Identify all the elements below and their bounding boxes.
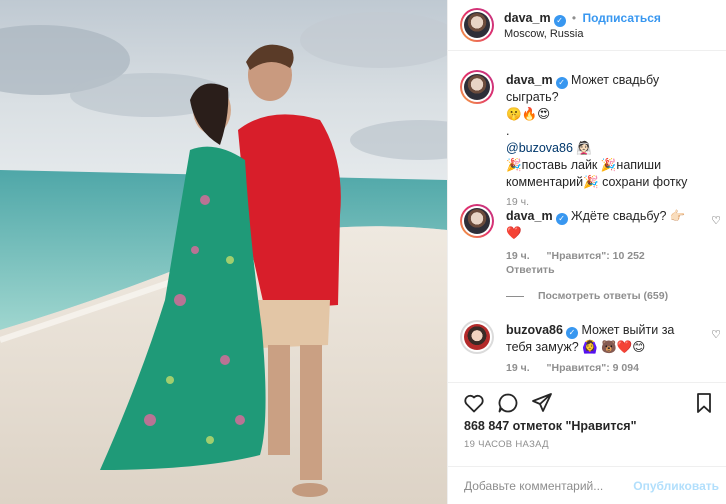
comment-text: Может выйти за <box>581 323 675 337</box>
comment-text-line2: тебя замуж? 🙆‍♀️ 🐻❤️😊 <box>506 340 646 354</box>
share-icon[interactable] <box>530 391 554 415</box>
likes-count[interactable]: 868 847 отметок "Нравится" <box>464 419 637 433</box>
caption-dot: . <box>506 124 510 138</box>
follow-button[interactable]: Подписаться <box>582 11 660 25</box>
comment-time: 19 ч. <box>506 362 530 374</box>
bookmark-icon[interactable] <box>692 391 716 415</box>
comment-icon[interactable] <box>496 391 520 415</box>
caption-avatar[interactable] <box>460 70 494 104</box>
verified-icon: ✓ <box>553 15 566 27</box>
post-actions: 868 847 отметок "Нравится" 19 ЧАСОВ НАЗА… <box>448 382 726 504</box>
view-replies-button[interactable]: Посмотреть ответы (659) <box>506 290 682 302</box>
comment-username[interactable]: dava_m <box>506 209 553 223</box>
caption-username[interactable]: dava_m <box>506 73 553 87</box>
caption-emoji: 🤫🔥😍 <box>506 107 551 121</box>
comment-text-heart: ❤️ <box>506 226 522 240</box>
separator-dot: • <box>571 11 577 25</box>
verified-icon: ✓ <box>565 327 578 339</box>
comment-time: 19 ч. <box>506 250 530 262</box>
comment-avatar[interactable] <box>460 320 494 354</box>
comment-composer: Добавьте комментарий... Опубликовать <box>448 466 726 504</box>
comment-likes[interactable]: "Нравится": 9 094 <box>547 362 639 374</box>
small-heart-icon[interactable]: ♡ <box>711 328 721 341</box>
posted-time: 19 ЧАСОВ НАЗАД <box>464 439 549 450</box>
verified-icon: ✓ <box>555 213 568 225</box>
comment-avatar[interactable] <box>460 204 494 238</box>
heart-icon[interactable] <box>462 391 486 415</box>
comment-item: dava_m ✓ Ждёте свадьбу? 👉🏻 ❤️ ♡ 19 ч. "Нр… <box>448 202 726 312</box>
comment-text: Ждёте свадьбу? 👉🏻 <box>571 209 686 223</box>
comment-item: buzova86 ✓ Может выйти за тебя замуж? 🙆‍♀… <box>448 318 726 382</box>
post-location[interactable]: Moscow, Russia <box>504 28 583 40</box>
publish-button[interactable]: Опубликовать <box>633 479 719 493</box>
post-photo[interactable] <box>0 0 447 504</box>
comments-list[interactable]: dava_m ✓ Может свадьбу сыграть? 🤫🔥😍 . @bu… <box>448 52 726 382</box>
caption-line5: комментарий🎉 сохрани фотку <box>506 175 688 189</box>
comment-input[interactable]: Добавьте комментарий... <box>464 479 603 493</box>
comment-username[interactable]: buzova86 <box>506 323 563 337</box>
small-heart-icon[interactable]: ♡ <box>711 214 721 227</box>
author-username[interactable]: dava_m <box>504 11 551 25</box>
post-header: dava_m ✓ • Подписаться Moscow, Russia <box>448 0 726 51</box>
caption-mention-emoji: 👰🏻 <box>576 141 592 155</box>
reply-button[interactable]: Ответить <box>506 264 555 276</box>
verified-icon: ✓ <box>555 77 568 89</box>
caption-line4: 🎉поставь лайк 🎉напиши <box>506 158 662 172</box>
comment-likes[interactable]: "Нравится": 10 252 <box>547 250 645 262</box>
beach-couple-photo <box>0 0 447 504</box>
author-avatar[interactable] <box>460 8 494 42</box>
caption-mention[interactable]: @buzova86 <box>506 141 573 155</box>
post-side-panel: dava_m ✓ • Подписаться Moscow, Russia dav… <box>447 0 726 504</box>
caption: dava_m ✓ Может свадьбу сыграть? 🤫🔥😍 . @bu… <box>448 70 726 208</box>
view-replies-label: Посмотреть ответы (659) <box>538 290 669 302</box>
